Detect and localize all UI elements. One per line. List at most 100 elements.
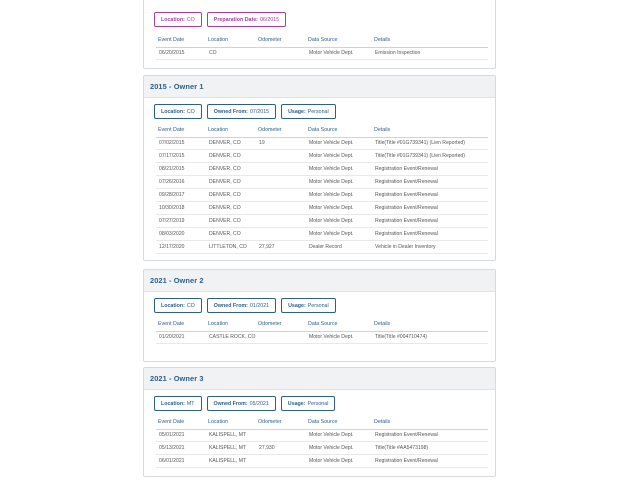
column-header: Details: [372, 34, 488, 48]
pill-owned-from: Owned From: 01/2021: [206, 298, 277, 313]
table-cell: 12/17/2020: [156, 240, 206, 254]
table-cell: 07/26/2016: [156, 175, 206, 190]
table-cell: Motor Vehicle Dept.: [306, 47, 372, 61]
table-row: 07/02/2015 DENVER, CO 19 Motor Vehicle Dept…: [156, 137, 488, 151]
table-cell: 08/03/2020: [156, 227, 206, 241]
column-header: Location: [206, 34, 256, 48]
table-cell: Registration Event/Renewal: [372, 188, 488, 202]
pill-row: Location: CO Owned From: 01/2021 Usage: Per…: [144, 292, 495, 316]
pill-location: Location: CO: [154, 104, 202, 119]
column-header: Odometer: [256, 416, 306, 430]
history-card-inspection: Location: CO Preparation Date: 06/2015 Eve…: [143, 0, 496, 69]
owner-title: 2015 - Owner 1: [150, 82, 204, 91]
table-row: 06/01/2021 KALISPELL, MT Motor Vehicle Dep…: [156, 454, 488, 469]
table-row: 05/01/2021 KALISPELL, MT Motor Vehicle Dep…: [156, 429, 488, 443]
table-header-row: Event Date Location Odometer Data Source Det…: [156, 318, 488, 332]
column-header: Data Source: [306, 124, 372, 138]
table-cell: Registration Event/Renewal: [372, 429, 488, 443]
table-cell: Motor Vehicle Dept.: [306, 454, 372, 469]
table-cell: Title(Title #004710474): [372, 331, 488, 345]
table-cell: [256, 162, 306, 177]
table-cell: [256, 429, 306, 443]
table-row: 08/03/2020 DENVER, CO Motor Vehicle Dept. R…: [156, 227, 488, 241]
column-header: Data Source: [306, 318, 372, 332]
column-header: Location: [206, 416, 256, 430]
table-cell: Registration Event/Renewal: [372, 214, 488, 228]
table-cell: Motor Vehicle Dept.: [306, 137, 372, 151]
table-row: 09/28/2017 DENVER, CO Motor Vehicle Dept. R…: [156, 188, 488, 202]
column-header: Location: [206, 124, 256, 138]
owner-title: 2021 - Owner 3: [150, 374, 204, 383]
column-header: Location: [206, 318, 256, 332]
table-cell: [256, 214, 306, 228]
table-cell: 06/20/2015: [156, 47, 206, 61]
table-cell: DENVER, CO: [206, 149, 256, 164]
owner-title: 2021 - Owner 2: [150, 276, 204, 285]
table-cell: Motor Vehicle Dept.: [306, 441, 372, 456]
table-row: 08/21/2015 DENVER, CO Motor Vehicle Dept. R…: [156, 162, 488, 177]
table-cell: 10/30/2018: [156, 201, 206, 215]
table-cell: [256, 149, 306, 164]
history-table: Event Date Location Odometer Data Source Det…: [156, 124, 488, 254]
table-cell: DENVER, CO: [206, 227, 256, 241]
table-cell: 07/17/2015: [156, 149, 206, 164]
pill-row: Location: MT Owned From: 05/2021 Usage: Per…: [144, 390, 495, 414]
table-cell: Title(Title #01G739341) (Lien Reported): [372, 137, 488, 151]
table-cell: Emission Inspection: [372, 47, 488, 61]
table-cell: 07/02/2015: [156, 137, 206, 151]
table-cell: 01/20/2021: [156, 331, 206, 345]
table-row: 07/17/2015 DENVER, CO Motor Vehicle Dept. T…: [156, 149, 488, 164]
table-cell: DENVER, CO: [206, 175, 256, 190]
pill-usage: Usage: Personal: [280, 396, 336, 411]
owner-card-3: 2021 - Owner 3 Location: MT Owned From: 05…: [143, 367, 496, 477]
table-cell: Motor Vehicle Dept.: [306, 188, 372, 202]
table-cell: 27,930: [256, 441, 306, 456]
table-cell: Vehicle in Dealer Inventory: [372, 240, 488, 254]
table-cell: Registration Event/Renewal: [372, 201, 488, 215]
pill-row: Location: CO Preparation Date: 06/2015: [144, 0, 495, 32]
table-cell: [256, 188, 306, 202]
pill-preparation-date: Preparation Date: 06/2015: [206, 12, 287, 27]
column-header: Data Source: [306, 34, 372, 48]
table-cell: CASTLE ROCK, CO: [206, 331, 256, 345]
table-cell: [256, 47, 306, 61]
table-cell: Registration Event/Renewal: [372, 175, 488, 190]
column-header: Odometer: [256, 124, 306, 138]
table-cell: 06/01/2021: [156, 454, 206, 469]
column-header: Event Date: [156, 416, 206, 430]
table-cell: Motor Vehicle Dept.: [306, 331, 372, 345]
pill-row: Location: CO Owned From: 07/2015 Usage: Per…: [144, 98, 495, 122]
owner-header: 2021 - Owner 2: [144, 270, 495, 292]
table-cell: Motor Vehicle Dept.: [306, 201, 372, 215]
table-cell: [256, 227, 306, 241]
history-table: Event Date Location Odometer Data Source Det…: [156, 416, 488, 469]
table-row: 10/30/2018 DENVER, CO Motor Vehicle Dept. R…: [156, 201, 488, 215]
column-header: Event Date: [156, 34, 206, 48]
table-cell: 09/28/2017: [156, 188, 206, 202]
table-cell: Title(Title #01G739341) (Lien Reported): [372, 149, 488, 164]
column-header: Data Source: [306, 416, 372, 430]
table-cell: LITTLETON, CO: [206, 240, 256, 254]
table-cell: Registration Event/Renewal: [372, 454, 488, 469]
table-cell: 08/21/2015: [156, 162, 206, 177]
table-cell: Title(Title #AA5473198): [372, 441, 488, 456]
table-cell: [256, 201, 306, 215]
table-cell: Motor Vehicle Dept.: [306, 175, 372, 190]
table-cell: 07/27/2019: [156, 214, 206, 228]
table-cell: [256, 454, 306, 469]
table-cell: 19: [256, 137, 306, 151]
table-cell: [256, 175, 306, 190]
pill-usage: Usage: Personal: [281, 104, 336, 119]
pill-usage: Usage: Personal: [281, 298, 336, 313]
column-header: Event Date: [156, 124, 206, 138]
owner-card-2: 2021 - Owner 2 Location: CO Owned From: 01…: [143, 269, 496, 362]
owner-header: 2021 - Owner 3: [144, 368, 495, 390]
column-header: Details: [372, 318, 488, 332]
table-cell: KALISPELL, MT: [206, 454, 256, 469]
table-cell: Motor Vehicle Dept.: [306, 227, 372, 241]
table-header-row: Event Date Location Odometer Data Source Det…: [156, 416, 488, 430]
table-cell: KALISPELL, MT: [206, 441, 256, 456]
table-cell: Dealer Record: [306, 240, 372, 254]
table-cell: DENVER, CO: [206, 137, 256, 151]
pill-location: Location: MT: [154, 396, 202, 411]
